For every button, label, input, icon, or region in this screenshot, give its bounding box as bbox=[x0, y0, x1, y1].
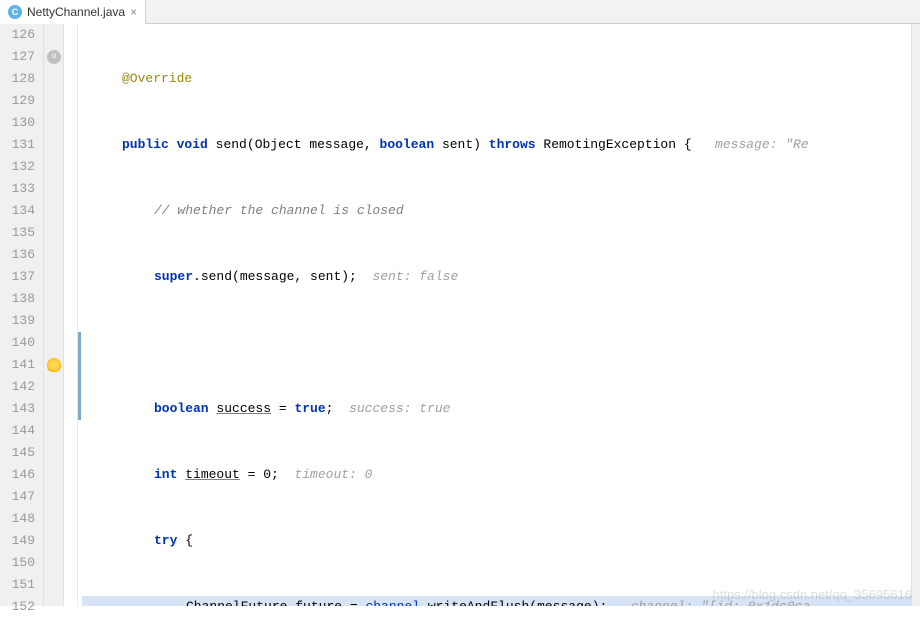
fold-column bbox=[64, 24, 78, 606]
line-number: 139 bbox=[0, 310, 35, 332]
code-line: public void send(Object message, boolean… bbox=[82, 134, 920, 156]
code-line: boolean success = true; success: true bbox=[82, 398, 920, 420]
marker-column: o bbox=[44, 24, 64, 606]
code-line: @Override bbox=[82, 68, 920, 90]
line-number: 127 bbox=[0, 46, 35, 68]
line-number-gutter: 1261271281291301311321331341351361371381… bbox=[0, 24, 44, 606]
tab-bar: C NettyChannel.java × bbox=[0, 0, 920, 24]
line-number: 130 bbox=[0, 112, 35, 134]
line-number: 142 bbox=[0, 376, 35, 398]
intention-bulb-icon[interactable] bbox=[47, 358, 61, 372]
override-marker-icon[interactable]: o bbox=[47, 50, 61, 64]
line-number: 145 bbox=[0, 442, 35, 464]
line-number: 128 bbox=[0, 68, 35, 90]
line-number: 152 bbox=[0, 596, 35, 618]
code-line: super.send(message, sent); sent: false bbox=[82, 266, 920, 288]
line-number: 132 bbox=[0, 156, 35, 178]
line-number: 134 bbox=[0, 200, 35, 222]
java-class-icon: C bbox=[8, 5, 22, 19]
line-number: 136 bbox=[0, 244, 35, 266]
code-line: // whether the channel is closed bbox=[82, 200, 920, 222]
line-number: 149 bbox=[0, 530, 35, 552]
line-number: 140 bbox=[0, 332, 35, 354]
code-content[interactable]: @Override public void send(Object messag… bbox=[82, 24, 920, 606]
code-line: int timeout = 0; timeout: 0 bbox=[82, 464, 920, 486]
line-number: 135 bbox=[0, 222, 35, 244]
line-number: 143 bbox=[0, 398, 35, 420]
line-number: 129 bbox=[0, 90, 35, 112]
tab-label: NettyChannel.java bbox=[27, 5, 125, 19]
line-number: 146 bbox=[0, 464, 35, 486]
line-number: 148 bbox=[0, 508, 35, 530]
line-number: 137 bbox=[0, 266, 35, 288]
tab-nettychannel[interactable]: C NettyChannel.java × bbox=[0, 0, 146, 24]
error-stripe[interactable] bbox=[911, 24, 920, 606]
line-number: 138 bbox=[0, 288, 35, 310]
execution-line: ChannelFuture future = channel.writeAndF… bbox=[82, 596, 920, 606]
code-editor[interactable]: 1261271281291301311321331341351361371381… bbox=[0, 24, 920, 606]
line-number: 144 bbox=[0, 420, 35, 442]
line-number: 147 bbox=[0, 486, 35, 508]
line-number: 150 bbox=[0, 552, 35, 574]
line-number: 133 bbox=[0, 178, 35, 200]
line-number: 141 bbox=[0, 354, 35, 376]
close-icon[interactable]: × bbox=[130, 5, 137, 19]
code-line: try { bbox=[82, 530, 920, 552]
line-number: 126 bbox=[0, 24, 35, 46]
code-line bbox=[82, 332, 920, 354]
line-number: 151 bbox=[0, 574, 35, 596]
line-number: 131 bbox=[0, 134, 35, 156]
